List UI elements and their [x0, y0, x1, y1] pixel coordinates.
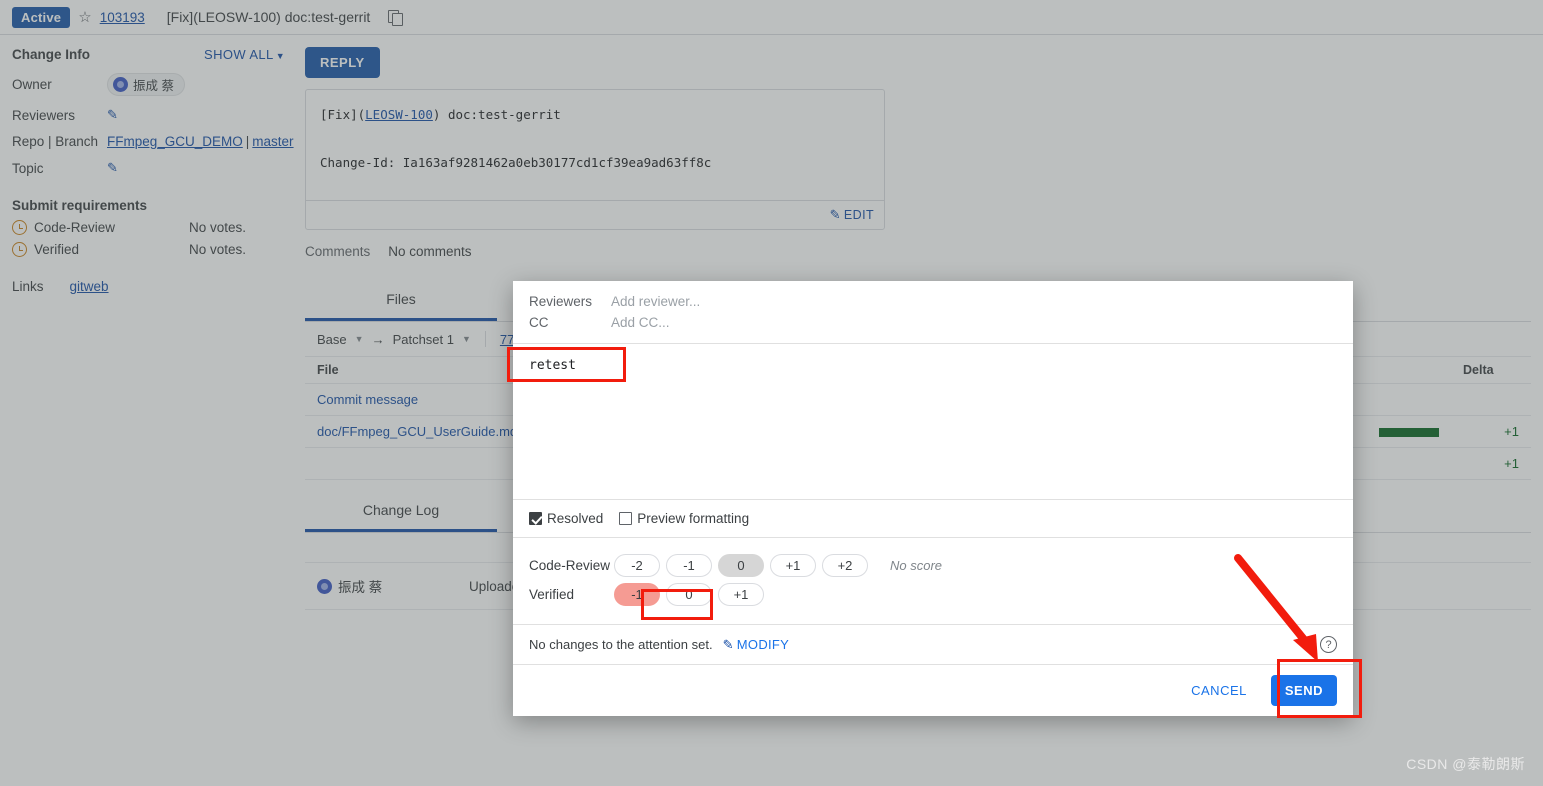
vote-row-code-review: Code-Review -2 -1 0 +1 +2 No score [529, 554, 1337, 577]
resolved-checkbox[interactable]: Resolved [529, 511, 603, 526]
cancel-button[interactable]: CANCEL [1185, 682, 1253, 699]
cc-label: CC [529, 315, 549, 330]
verified-label: Verified [529, 587, 575, 602]
code-review-label: Code-Review [529, 558, 611, 573]
add-reviewer-input[interactable]: Add reviewer... [611, 294, 700, 309]
preview-formatting-label: Preview formatting [637, 511, 750, 526]
attention-set-bar: No changes to the attention set. ✎ MODIFY… [513, 624, 1353, 664]
reply-checkbox-row: Resolved Preview formatting [513, 500, 1353, 537]
modify-label: MODIFY [736, 637, 790, 652]
code-review-option--2[interactable]: -2 [614, 554, 660, 577]
watermark: CSDN @泰勒朗斯 [1406, 756, 1525, 772]
verified-option-0[interactable]: 0 [666, 583, 712, 606]
reviewers-label: Reviewers [529, 294, 593, 309]
reviewers-row: Reviewers Add reviewer... [529, 291, 1337, 312]
code-review-option-+2[interactable]: +2 [822, 554, 868, 577]
pencil-icon: ✎ [722, 636, 734, 652]
resolved-label: Resolved [547, 511, 604, 526]
checkbox-icon [529, 512, 542, 525]
attention-set-text: No changes to the attention set. [529, 637, 713, 652]
cc-row: CC Add CC... [529, 312, 1337, 333]
add-cc-input[interactable]: Add CC... [611, 315, 670, 330]
vote-section: Code-Review -2 -1 0 +1 +2 No score Verif… [513, 538, 1353, 624]
code-review-note: No score [890, 558, 943, 573]
send-button[interactable]: SEND [1270, 675, 1337, 706]
checkbox-icon [619, 512, 633, 525]
code-review-option-0[interactable]: 0 [718, 554, 764, 577]
help-circle-icon[interactable]: ? [1320, 636, 1337, 653]
reply-dialog-footer: CANCEL SEND [513, 664, 1353, 716]
code-review-chips: -2 -1 0 +1 +2 No score [614, 554, 942, 577]
reply-message-input[interactable]: retest [513, 344, 1353, 499]
modify-attention-button[interactable]: ✎ MODIFY [723, 637, 790, 653]
verified-option--1[interactable]: -1 [614, 583, 660, 606]
code-review-option--1[interactable]: -1 [666, 554, 712, 577]
code-review-option-+1[interactable]: +1 [770, 554, 816, 577]
preview-formatting-checkbox[interactable]: Preview formatting [619, 511, 749, 526]
reply-dialog: Reviewers Add reviewer... CC Add CC... r… [513, 281, 1353, 716]
verified-option-+1[interactable]: +1 [718, 583, 764, 606]
verified-chips: -1 0 +1 [614, 583, 764, 606]
vote-row-verified: Verified -1 0 +1 [529, 583, 1337, 606]
reply-recipients-section: Reviewers Add reviewer... CC Add CC... [513, 281, 1353, 343]
